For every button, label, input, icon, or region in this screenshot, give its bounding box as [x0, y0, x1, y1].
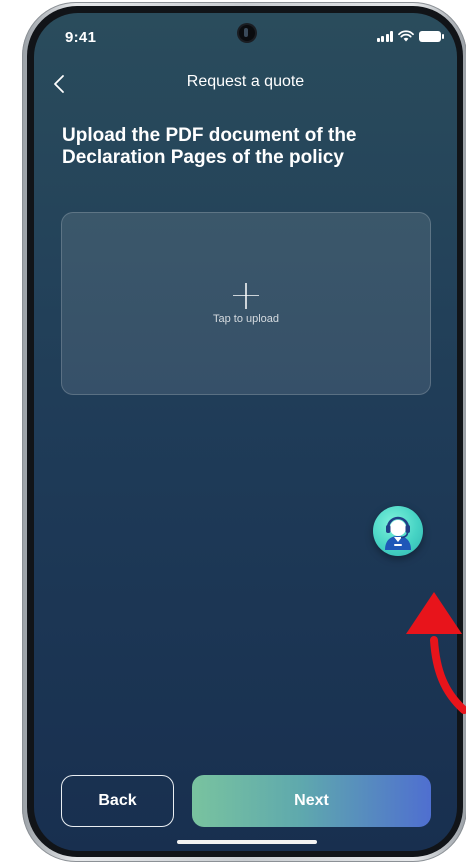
plus-icon: [233, 282, 259, 309]
page-title: Request a quote: [186, 73, 305, 90]
battery-icon: [419, 31, 444, 42]
status-time: 9:41: [65, 29, 97, 46]
nav-bar: Request a quote: [34, 69, 457, 99]
customer-support-agent-icon: [385, 516, 411, 550]
wifi-icon: [398, 30, 414, 42]
home-indicator: [177, 840, 317, 844]
upload-dropzone[interactable]: Tap to upload: [61, 212, 431, 395]
support-agent-button[interactable]: [373, 506, 423, 556]
app-screen: 9:41 Request a quote Upload the PDF docu…: [34, 13, 457, 851]
status-icons: [376, 30, 444, 42]
upload-instruction-heading: Upload the PDF document of the Declarati…: [62, 125, 357, 168]
curved-arrow-icon: [406, 592, 466, 714]
upload-label: Tap to upload: [212, 312, 280, 325]
status-bar: 9:41: [34, 13, 457, 61]
front-camera: [239, 25, 255, 41]
next-button[interactable]: Next: [192, 775, 431, 827]
back-button[interactable]: Back: [61, 775, 174, 827]
signal-icon: [376, 31, 393, 42]
